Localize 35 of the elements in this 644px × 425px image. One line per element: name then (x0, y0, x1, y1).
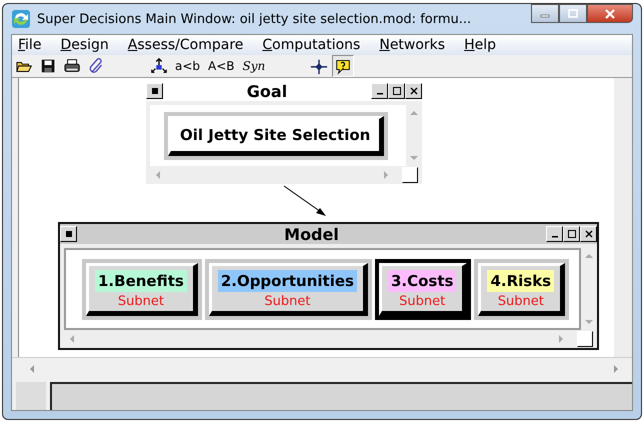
node-sublabel: Subnet (498, 294, 544, 308)
maximize-icon (567, 8, 579, 18)
node-label: Oil Jetty Site Selection (179, 124, 372, 146)
maximize-button[interactable] (559, 4, 587, 23)
node-label: 1.Benefits (95, 270, 187, 292)
connector-arrow (284, 186, 326, 216)
node-label: 2.Opportunities (218, 270, 357, 292)
crosshair-icon[interactable] (310, 57, 328, 75)
status-panel (16, 382, 46, 410)
minimize-button[interactable] (531, 4, 559, 23)
menu-item[interactable]: Help (464, 37, 496, 53)
help-icon[interactable] (334, 57, 352, 75)
menu-item[interactable]: Computations (262, 37, 360, 53)
cluster-title: Goal (246, 82, 288, 100)
window-title: Super Decisions Main Window: oil jetty site selection.mod: formu... (37, 12, 472, 26)
menu-item[interactable]: File (18, 37, 42, 53)
menu-item[interactable]: Networks (379, 37, 446, 53)
node-label: 3.Costs (388, 270, 456, 292)
menu-item[interactable]: Design (60, 37, 109, 53)
toolbar-button[interactable]: Syn (240, 59, 268, 73)
node-sublabel: Subnet (264, 294, 310, 308)
menu-item[interactable]: Assess/Compare (128, 37, 244, 53)
cluster-title: Model (283, 224, 340, 244)
printer-icon[interactable] (64, 57, 82, 75)
resize-grip[interactable] (402, 167, 418, 183)
resize-grip[interactable] (577, 331, 593, 347)
node-label: 4.Risks (487, 270, 554, 292)
toolbar-button[interactable]: A<B (205, 59, 238, 73)
network-icon[interactable] (150, 57, 168, 75)
app-icon (11, 9, 31, 29)
close-button[interactable] (587, 4, 633, 23)
toolbar-button[interactable]: a<b (172, 59, 204, 73)
node-sublabel: Subnet (118, 294, 164, 308)
node-sublabel: Subnet (399, 294, 446, 308)
close-icon (604, 8, 616, 18)
